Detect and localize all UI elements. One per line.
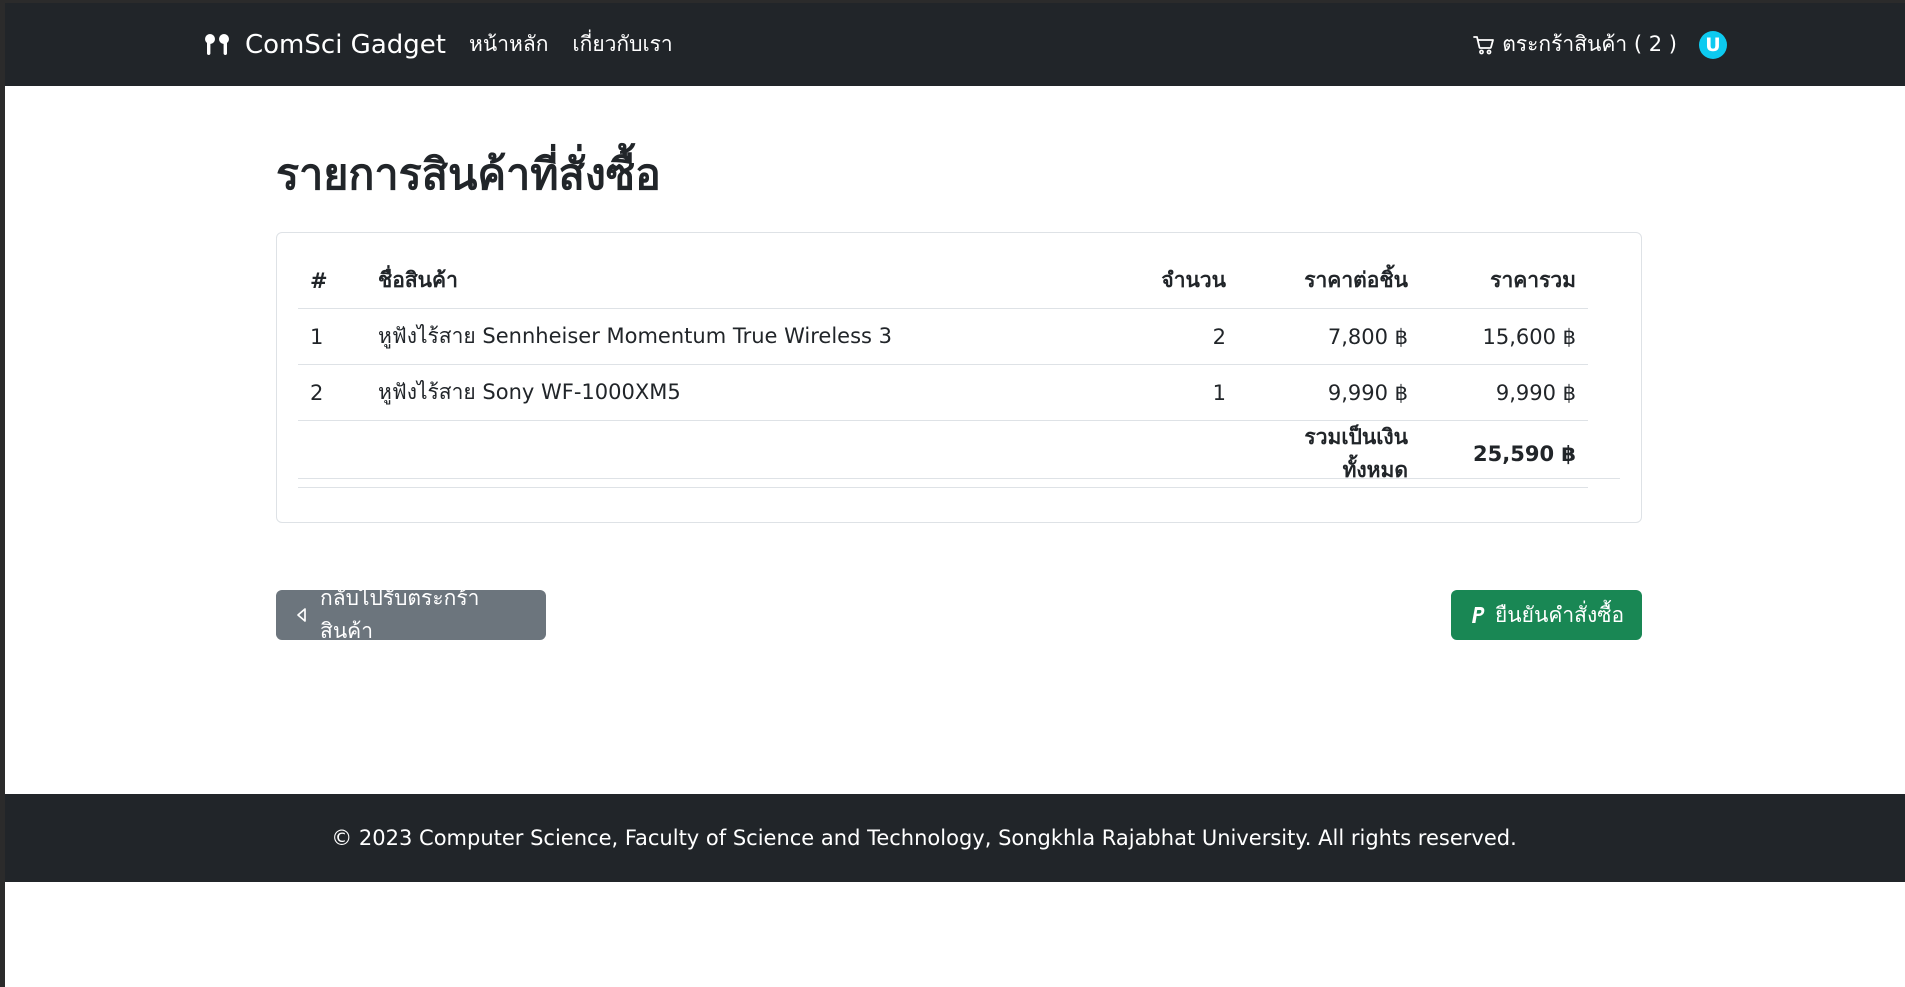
row-unit-price: 9,990 ฿ <box>1238 364 1420 421</box>
cart-icon <box>1473 35 1495 54</box>
page-title: รายการสินค้าที่สั่งซื้อ <box>276 150 661 200</box>
row-product-name: หูฟังไร้สาย Sony WF-1000XM5 <box>366 364 1074 421</box>
order-summary-card: # ชื่อสินค้า จำนวน ราคาต่อชิ้น ราคารวม 1… <box>276 232 1642 523</box>
row-unit-price: 7,800 ฿ <box>1238 308 1420 365</box>
row-product-name: หูฟังไร้สาย Sennheiser Momentum True Wir… <box>366 308 1074 365</box>
header-unit-price: ราคาต่อชิ้น <box>1238 253 1420 309</box>
header-quantity: จำนวน <box>1074 253 1238 309</box>
user-avatar[interactable]: U <box>1699 30 1727 59</box>
earbuds-icon <box>205 33 229 55</box>
navbar: ComSci Gadget หน้าหลัก เกี่ยวกับเรา ตระก… <box>5 3 1905 86</box>
brand-name: ComSci Gadget <box>245 29 446 60</box>
nav-about-link[interactable]: เกี่ยวกับเรา <box>572 28 672 61</box>
row-number: 2 <box>298 364 366 421</box>
confirm-order-button[interactable]: ยืนยันคำสั่งซื้อ <box>1451 590 1642 640</box>
row-quantity: 2 <box>1074 308 1238 365</box>
table-bottom-divider <box>298 478 1620 479</box>
nav-links: หน้าหลัก เกี่ยวกับเรา <box>469 3 673 86</box>
footer-copyright: © 2023 Computer Science, Faculty of Scie… <box>331 826 1517 850</box>
row-line-total: 15,600 ฿ <box>1420 308 1588 365</box>
footer: © 2023 Computer Science, Faculty of Scie… <box>5 794 1905 882</box>
caret-left-icon <box>297 608 306 622</box>
nav-home-link[interactable]: หน้าหลัก <box>469 28 548 61</box>
nav-right: ตระกร้าสินค้า ( 2 ) U <box>1472 3 1727 86</box>
header-line-total: ราคารวม <box>1420 253 1588 309</box>
header-number: # <box>298 253 366 309</box>
back-to-cart-button[interactable]: กลับไปรับตระกร้าสินค้า <box>276 586 546 643</box>
row-number: 1 <box>298 308 366 365</box>
cart-label: ตระกร้าสินค้า ( 2 ) <box>1502 32 1677 56</box>
table-header-row: # ชื่อสินค้า จำนวน ราคาต่อชิ้น ราคารวม <box>298 253 1588 309</box>
order-table: # ชื่อสินค้า จำนวน ราคาต่อชิ้น ราคารวม 1… <box>298 253 1588 488</box>
table-row: 2 หูฟังไร้สาย Sony WF-1000XM5 1 9,990 ฿ … <box>298 364 1588 421</box>
paypal-icon <box>1472 607 1485 623</box>
confirm-order-label: ยืนยันคำสั่งซื้อ <box>1495 602 1625 627</box>
header-product-name: ชื่อสินค้า <box>366 253 1074 309</box>
back-to-cart-label: กลับไปรับตระกร้าสินค้า <box>320 586 480 643</box>
row-quantity: 1 <box>1074 364 1238 421</box>
row-line-total: 9,990 ฿ <box>1420 364 1588 421</box>
cart-link[interactable]: ตระกร้าสินค้า ( 2 ) <box>1472 28 1677 61</box>
table-row: 1 หูฟังไร้สาย Sennheiser Momentum True W… <box>298 308 1588 365</box>
brand-link[interactable]: ComSci Gadget <box>201 3 446 86</box>
